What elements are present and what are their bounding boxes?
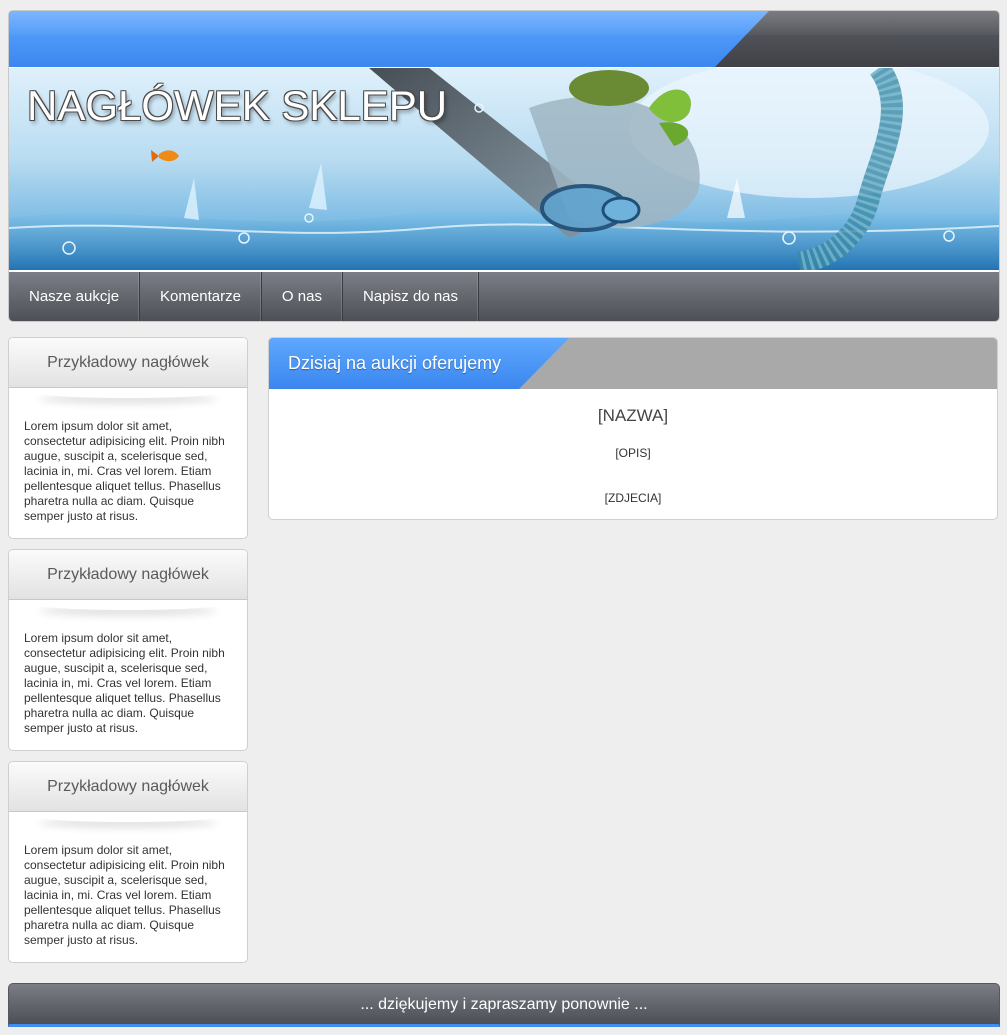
top-bar bbox=[9, 11, 999, 67]
sidebar-box-title: Przykładowy nagłówek bbox=[9, 338, 247, 388]
auction-offer-panel: Dzisiaj na aukcji oferujemy [NAZWA] [OPI… bbox=[268, 337, 998, 520]
shop-header-block: NAGŁÓWEK SKLEPU Nasze aukcje Komentarze … bbox=[8, 10, 1000, 322]
sidebar-box-title: Przykładowy nagłówek bbox=[9, 762, 247, 812]
sidebar-box-text: Lorem ipsum dolor sit amet, consectetur … bbox=[24, 631, 225, 735]
product-description: [OPIS] bbox=[615, 446, 651, 460]
nav-item-contact-us[interactable]: Napisz do nas bbox=[343, 272, 480, 321]
shop-title: NAGŁÓWEK SKLEPU bbox=[27, 82, 448, 129]
nav-item-our-auctions[interactable]: Nasze aukcje bbox=[9, 272, 141, 321]
header-banner-image: NAGŁÓWEK SKLEPU bbox=[9, 68, 999, 273]
sidebar-box-text: Lorem ipsum dolor sit amet, consectetur … bbox=[24, 843, 225, 947]
sidebar-box: Przykładowy nagłówek Lorem ipsum dolor s… bbox=[8, 337, 248, 539]
footer-text: ... dziękujemy i zapraszamy ponownie ... bbox=[360, 996, 648, 1013]
nav-item-about-us[interactable]: O nas bbox=[262, 272, 343, 321]
sidebar-box: Przykładowy nagłówek Lorem ipsum dolor s… bbox=[8, 761, 248, 963]
sidebar-box-title: Przykładowy nagłówek bbox=[9, 550, 247, 600]
panel-header: Dzisiaj na aukcji oferujemy bbox=[269, 338, 997, 389]
sidebar-box-text: Lorem ipsum dolor sit amet, consectetur … bbox=[24, 419, 225, 523]
footer: ... dziękujemy i zapraszamy ponownie ... bbox=[8, 983, 1000, 1027]
nav-item-comments[interactable]: Komentarze bbox=[140, 272, 262, 321]
product-photos: [ZDJECIA] bbox=[604, 491, 662, 505]
sidebar-box: Przykładowy nagłówek Lorem ipsum dolor s… bbox=[8, 549, 248, 751]
panel-title: Dzisiaj na aukcji oferujemy bbox=[288, 353, 502, 373]
product-name: [NAZWA] bbox=[597, 406, 669, 425]
main-navigation: Nasze aukcje Komentarze O nas Napisz do … bbox=[9, 272, 999, 321]
